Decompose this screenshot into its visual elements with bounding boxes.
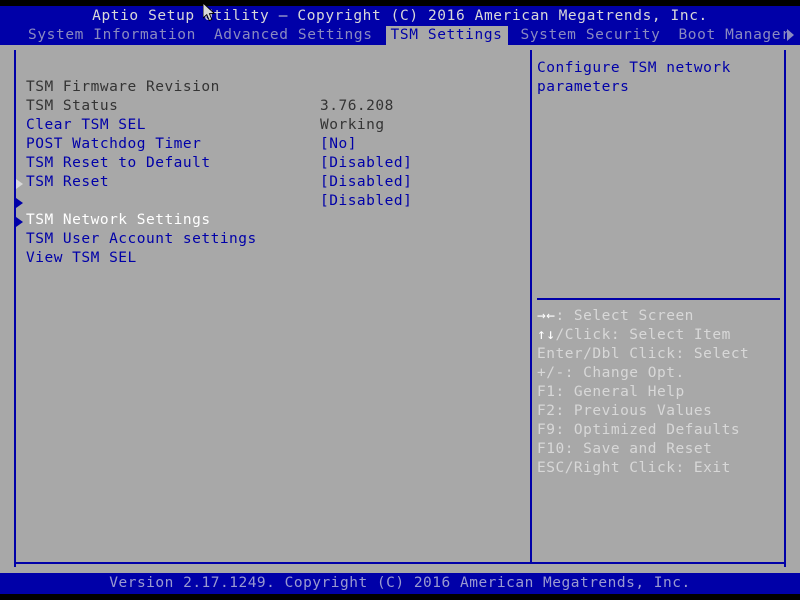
caret-right-icon[interactable] <box>787 29 794 41</box>
legend-exit: ESC/Right Click: Exit <box>537 460 731 476</box>
version-footer: Version 2.17.1249. Copyright (C) 2016 Am… <box>0 573 800 594</box>
table-row: TSM Status Working <box>8 78 523 133</box>
frame-border-bottom <box>14 562 786 564</box>
settings-list: TSM Firmware Revision 3.76.208 TSM Statu… <box>8 59 523 266</box>
submenu-arrow-icon <box>16 198 23 208</box>
legend-change-opt: +/-: Change Opt. <box>537 365 685 381</box>
table-row[interactable]: TSM Reset [Disabled] <box>8 154 523 209</box>
menu-tabs: System Information Advanced Settings TSM… <box>28 26 800 45</box>
legend-enter-select: Enter/Dbl Click: Select <box>537 346 750 362</box>
pane-divider <box>530 50 532 564</box>
table-row[interactable]: TSM Reset to Default [Disabled] <box>8 135 523 190</box>
menu-bar: System Information Advanced Settings TSM… <box>0 26 800 45</box>
table-row: TSM Firmware Revision 3.76.208 <box>8 59 523 114</box>
tab-boot-manager[interactable]: Boot Manager <box>678 26 790 45</box>
left-right-arrow-icon: →← <box>537 308 556 324</box>
tab-tsm-settings[interactable]: TSM Settings <box>385 26 508 45</box>
submenu-arrow-icon <box>16 179 23 189</box>
legend-optimized-defaults: F9: Optimized Defaults <box>537 422 741 438</box>
table-row[interactable]: TSM User Account settings <box>8 192 523 247</box>
table-row[interactable]: View TSM SEL <box>8 211 523 266</box>
table-row[interactable]: POST Watchdog Timer [Disabled] <box>8 116 523 171</box>
tab-system-information[interactable]: System Information <box>28 26 196 45</box>
legend-select-screen: →←: Select Screen <box>537 307 787 326</box>
up-down-arrow-icon: ↑↓ <box>537 327 556 343</box>
setting-label[interactable]: View TSM SEL <box>26 249 137 268</box>
page-title: Aptio Setup Utility – Copyright (C) 2016… <box>0 6 800 26</box>
tab-system-security[interactable]: System Security <box>521 26 661 45</box>
help-line: parameters <box>537 79 630 95</box>
legend-general-help: F1: General Help <box>537 384 685 400</box>
table-row[interactable]: TSM Network Settings <box>8 173 523 228</box>
legend-select-item: ↑↓/Click: Select Item <box>537 326 787 345</box>
submenu-arrow-icon <box>16 217 23 227</box>
legend-previous-values: F2: Previous Values <box>537 403 713 419</box>
legend-save-and-reset: F10: Save and Reset <box>537 441 713 457</box>
bottom-black-border <box>0 594 800 600</box>
bios-setup-screen: Aptio Setup Utility – Copyright (C) 2016… <box>0 0 800 600</box>
main-body: TSM Firmware Revision 3.76.208 TSM Statu… <box>0 45 800 573</box>
help-line: Configure TSM network <box>537 60 731 76</box>
tab-advanced-settings[interactable]: Advanced Settings <box>214 26 373 45</box>
legend-label: : Select Screen <box>555 308 694 324</box>
help-divider <box>537 298 780 300</box>
key-legend: →←: Select Screen ↑↓/Click: Select Item … <box>537 307 787 478</box>
help-text: Configure TSM network parameters <box>537 59 782 97</box>
legend-label: /Click: Select Item <box>555 327 731 343</box>
table-row[interactable]: Clear TSM SEL [No] <box>8 97 523 152</box>
